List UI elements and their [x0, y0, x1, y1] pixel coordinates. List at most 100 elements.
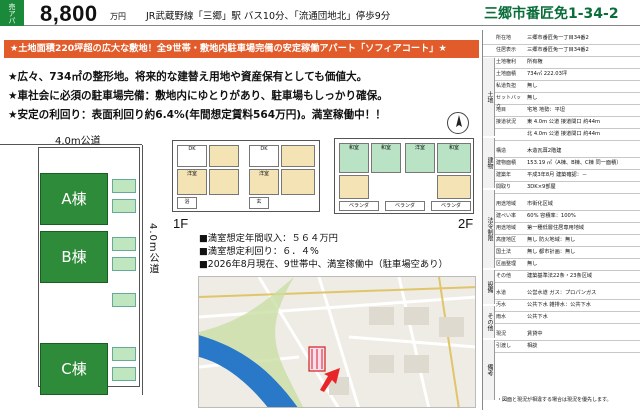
- spec-label: 国土法: [496, 249, 512, 255]
- spec-section-label: 土地: [483, 58, 495, 136]
- road-right-label: 4.0m公道: [147, 223, 158, 275]
- spec-row: 北 4.0m 公道 接道間口 約44m: [483, 130, 640, 142]
- room: [281, 145, 315, 167]
- parking-space: [112, 199, 136, 213]
- spec-label: 私道負担: [496, 83, 517, 89]
- location-arrow-icon: [318, 364, 346, 392]
- spec-label: 用途地域: [496, 201, 517, 207]
- feature-bullet: ★安定の利回り：表面利回り約6.4%(年間想定賃料564万円)。満室稼働中！！: [8, 109, 386, 121]
- spec-value: 木造瓦葺2階建: [527, 148, 562, 154]
- compass-icon: [447, 112, 469, 134]
- spec-value: 北 4.0m 公道 接道間口 約44m: [527, 131, 601, 137]
- spec-row: 用途地域 第一種低層住居専用地域: [483, 224, 640, 236]
- spec-value: 無し 防火地域：無し: [527, 237, 576, 243]
- annual-income: ■満室想定年間収入：５６４万円: [199, 233, 338, 244]
- feature-bullets: ★広々、734㎡の整形地。将来的な建替え用地や資産保有としても価値大。 ★車社会…: [8, 68, 478, 125]
- spec-value: 無し: [527, 83, 538, 89]
- spec-row: 引渡し 相談: [483, 342, 640, 354]
- spec-row: 区画整理 無し: [483, 260, 640, 272]
- property-type-tag: 売アパート: [0, 0, 24, 26]
- price: 8,800: [40, 1, 98, 26]
- spec-value: 60% 容積率：100%: [527, 213, 576, 219]
- spec-row: 用途地域 市街化区域: [483, 200, 640, 212]
- investment-summary: ■満室想定年間収入：５６４万円 ■満室想定利回り：６．４% ■2026年8月現在…: [199, 232, 448, 272]
- spec-value: 153.19 ㎡（A棟、B棟、C棟 同一面積）: [527, 160, 622, 166]
- spec-row: 建物面積 153.19 ㎡（A棟、B棟、C棟 同一面積）: [483, 159, 640, 171]
- spec-row: 私道負担 無し: [483, 82, 640, 94]
- spec-section-label: その他: [483, 306, 495, 338]
- price-unit: 万円: [110, 12, 126, 21]
- site-plan: 4.0m公道 4.0m公道 A棟 B棟 C棟: [0, 133, 195, 410]
- parking-space: [112, 293, 136, 307]
- spec-section-label: 法令制限: [483, 190, 495, 268]
- room: [281, 169, 315, 195]
- parking-space: [112, 237, 136, 251]
- building-a: A棟: [40, 173, 108, 225]
- headline-banner: ★土地面積220坪超の広大な敷地！全9世帯・敷地内駐車場完備の安定稼働アパート「…: [4, 40, 479, 58]
- spec-section-label: 設備: [483, 270, 495, 304]
- spec-value: 無し: [527, 95, 538, 101]
- spec-value: 宅地 地勢：平坦: [527, 107, 565, 113]
- spec-label: 建築年: [496, 172, 512, 178]
- spec-row: 汚水 公共下水 雑排水：公共下水: [483, 301, 640, 313]
- spec-row: その他 建築基準法22条・23条区域: [483, 272, 640, 284]
- building-c: C棟: [40, 343, 108, 395]
- spec-row: 接道状況 東 4.0m 公道 接道間口 約44m: [483, 118, 640, 130]
- spec-row: 住居表示 三郷市番匠免一丁目34番2: [483, 46, 640, 58]
- spec-value: 賃貸中: [527, 331, 543, 337]
- feature-bullet: ★車社会に必須の駐車場完備：敷地内にゆとりがあり、駐車場もしっかり確保。: [8, 90, 388, 102]
- room: 浴: [177, 197, 197, 209]
- parking-space: [112, 179, 136, 193]
- parking-space: [112, 257, 136, 271]
- room: 洋室: [249, 169, 279, 195]
- room: [339, 175, 369, 199]
- spec-label: 高度地区: [496, 237, 517, 243]
- building-b: B棟: [40, 231, 108, 283]
- road-top-label: 4.0m公道: [55, 136, 101, 147]
- spec-value: 平成3年8月 建築確認：－: [527, 172, 588, 178]
- spec-value: 公共下水: [527, 314, 548, 320]
- spec-label: 現況: [496, 331, 507, 337]
- road-top: 4.0m公道: [0, 133, 142, 147]
- spec-value: 公営水道 ガス：プロパンガス: [527, 290, 597, 296]
- spec-row: 建築年 平成3年8月 建築確認：－: [483, 171, 640, 183]
- spec-value: 建築基準法22条・23条区域: [527, 273, 593, 279]
- room: 和室: [339, 143, 369, 173]
- feature-bullet: ★広々、734㎡の整形地。将来的な建替え用地や資産保有としても価値大。: [8, 71, 368, 83]
- spec-row: セットバック 無し: [483, 94, 640, 110]
- parking-space: [112, 367, 136, 381]
- spec-label: その他: [496, 273, 512, 279]
- occupancy-status: ■2026年8月現在、9世帯中、満室稼働中（駐車場空あり）: [199, 259, 448, 270]
- spec-value: 第一種低層住居専用地域: [527, 225, 585, 231]
- spec-label: 汚水: [496, 302, 507, 308]
- spec-label: 建ぺい率: [496, 213, 517, 219]
- balcony: ベランダ: [339, 201, 379, 211]
- floor-label-2f: 2F: [458, 216, 474, 231]
- spec-value: 東 4.0m 公道 接道間口 約44m: [527, 119, 601, 125]
- spec-row: 高度地区 無し 防火地域：無し: [483, 236, 640, 248]
- room: DK: [177, 145, 207, 167]
- spec-label: 間取り: [496, 184, 512, 190]
- room: 玄: [249, 197, 269, 209]
- spec-value: 相談: [527, 343, 538, 349]
- spec-row: 所在地 三郷市番匠免一丁目34番2: [483, 34, 640, 46]
- room: 和室: [437, 143, 471, 173]
- spec-value: 所有権: [527, 59, 543, 65]
- spec-row: 間取り 3DK×9部屋: [483, 183, 640, 195]
- header: 売アパート 8,800 万円 JR武蔵野線「三郷」駅 バス10分、「流通団地北」…: [0, 0, 640, 26]
- spec-value: 734㎡ 222.03坪: [527, 71, 568, 77]
- spec-label: 住居表示: [496, 47, 517, 53]
- balcony: ベランダ: [431, 201, 471, 211]
- yield: ■満室想定利回り：６．４%: [199, 246, 319, 257]
- spec-label: 土地面積: [496, 71, 517, 77]
- spec-row: 土地面積 734㎡ 222.03坪: [483, 70, 640, 82]
- spec-row: 構造 木造瓦葺2階建: [483, 147, 640, 159]
- spec-label: 地目: [496, 107, 507, 113]
- spec-row: 水道 公営水道 ガス：プロパンガス: [483, 289, 640, 301]
- parking-space: [112, 347, 136, 361]
- spec-value: 無し: [527, 261, 538, 267]
- spec-row: 地目 宅地 地勢：平坦: [483, 106, 640, 118]
- room: DK: [249, 145, 279, 167]
- spec-label: 区画整理: [496, 261, 517, 267]
- spec-label: 構造: [496, 148, 507, 154]
